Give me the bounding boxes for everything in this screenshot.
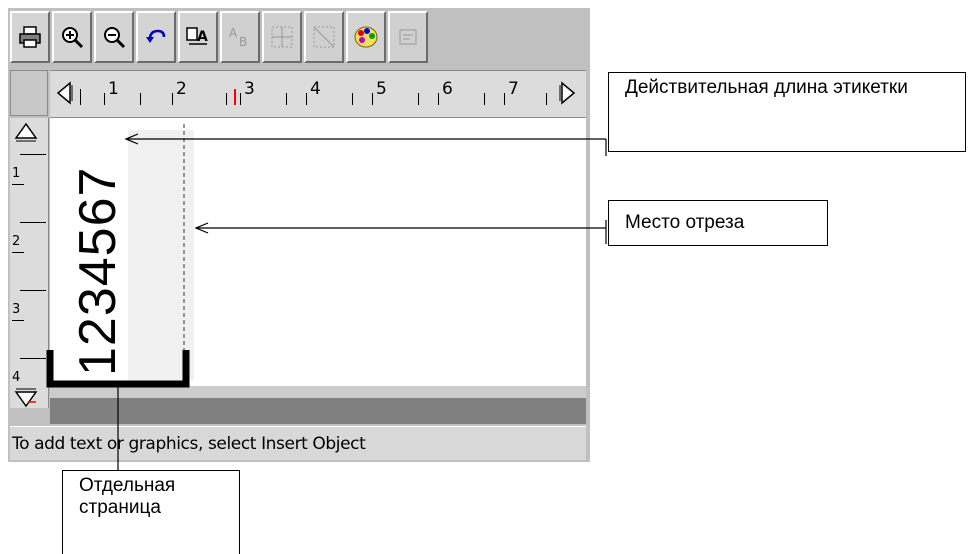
ruler-tick xyxy=(546,93,547,105)
callout-separate-page: Отдельная страница xyxy=(62,470,240,554)
ruler-tick xyxy=(12,184,24,185)
ruler-number: 2 xyxy=(176,79,187,99)
align-icon xyxy=(313,26,335,48)
ruler-number: 4 xyxy=(12,370,21,385)
canvas-bottom-bar xyxy=(50,398,586,424)
ruler-tick xyxy=(226,93,227,105)
align2-button[interactable] xyxy=(304,11,344,63)
undo-button[interactable] xyxy=(136,11,176,63)
ruler-tick xyxy=(306,93,307,105)
zoom-out-button[interactable] xyxy=(94,11,134,63)
ruler-tick xyxy=(12,320,24,321)
ruler-tick xyxy=(80,89,81,105)
ruler-tick xyxy=(418,93,419,105)
ruler-number: 1 xyxy=(12,166,21,181)
printer-icon xyxy=(19,26,41,48)
text-format-icon: A B xyxy=(229,26,247,49)
scroll-right-icon[interactable] xyxy=(558,81,578,105)
scroll-left-icon[interactable] xyxy=(54,81,74,105)
page-area xyxy=(128,130,194,380)
print-button[interactable] xyxy=(10,11,50,63)
ruler-number: 6 xyxy=(442,79,453,99)
ruler-tick xyxy=(504,93,505,105)
ruler-tick xyxy=(172,93,173,105)
scroll-down-icon[interactable] xyxy=(14,388,38,410)
properties-icon xyxy=(399,29,417,45)
ruler-tick xyxy=(484,93,485,105)
callout-text: Действительная длина этикетки xyxy=(625,77,908,98)
ruler-tick xyxy=(20,358,46,359)
ruler-tick xyxy=(12,252,24,253)
align-icon xyxy=(271,26,293,48)
callout-text: Отдельная страница xyxy=(79,475,176,518)
callout-text: Место отреза xyxy=(625,212,745,233)
ruler-tick xyxy=(240,93,241,105)
ruler-tick xyxy=(20,290,46,291)
toolbar: A A B xyxy=(8,8,590,68)
ruler-number: 3 xyxy=(12,302,21,317)
ruler-tick xyxy=(20,222,46,223)
svg-text:A: A xyxy=(229,26,238,40)
ruler-number: 7 xyxy=(508,79,519,99)
ruler-tick xyxy=(438,93,439,105)
ruler-number: 5 xyxy=(376,79,387,99)
zoom-in-button[interactable] xyxy=(52,11,92,63)
horizontal-scrollbar[interactable] xyxy=(50,386,586,398)
text-style-icon: A xyxy=(186,27,208,45)
ruler-position-marker xyxy=(234,89,236,105)
scroll-up-icon[interactable] xyxy=(14,120,38,142)
palette-icon xyxy=(354,26,378,48)
ruler-tick xyxy=(20,154,46,155)
ruler-number: 2 xyxy=(12,234,21,249)
svg-text:B: B xyxy=(239,35,247,49)
ruler-tick xyxy=(352,93,353,105)
properties-button[interactable] xyxy=(388,11,428,63)
ruler-number: 1 xyxy=(108,79,119,99)
callout-label-length: Действительная длина этикетки xyxy=(608,72,966,152)
zoom-in-icon xyxy=(62,27,84,49)
color-button[interactable] xyxy=(346,11,386,63)
text-style-button[interactable]: A xyxy=(178,11,218,63)
label-editor-window: A A B 1 2 3 4 5 6 7 1 2 3 4 1234567 To a… xyxy=(8,8,590,462)
ruler-number: 3 xyxy=(244,79,255,99)
ruler-number: 4 xyxy=(310,79,321,99)
label-text[interactable]: 1234567 xyxy=(68,167,128,376)
vertical-ruler[interactable]: 1 2 3 4 xyxy=(10,118,49,408)
undo-icon xyxy=(146,29,166,43)
status-bar: To add text or graphics, select Insert O… xyxy=(10,426,586,460)
ruler-tick xyxy=(372,93,373,105)
text-format-button[interactable]: A B xyxy=(220,11,260,63)
ruler-tick xyxy=(140,93,141,105)
svg-text:A: A xyxy=(197,29,208,45)
ruler-tick xyxy=(286,93,287,105)
callout-cut-place: Место отреза xyxy=(608,200,828,246)
horizontal-ruler[interactable]: 1 2 3 4 5 6 7 xyxy=(50,70,586,118)
zoom-out-icon xyxy=(104,27,126,49)
ruler-corner xyxy=(10,70,48,116)
align-button[interactable] xyxy=(262,11,302,63)
ruler-tick xyxy=(104,93,105,105)
